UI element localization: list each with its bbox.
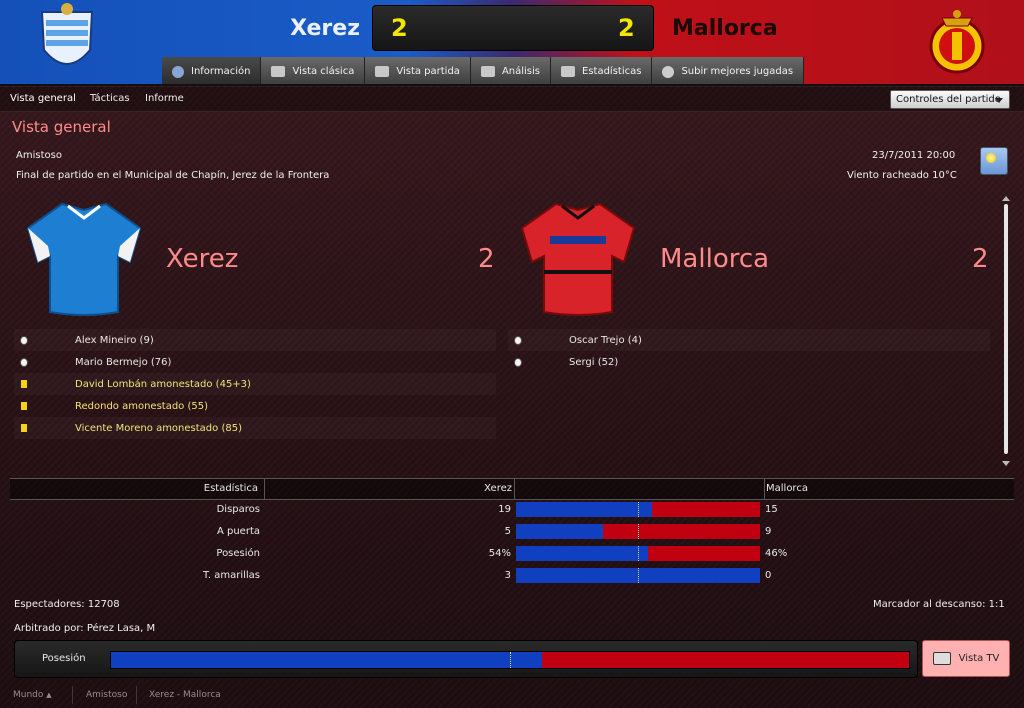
stat-row: A puerta 5 9 bbox=[10, 521, 1014, 543]
stat-bar-home-fill bbox=[516, 524, 604, 539]
scroll-thumb[interactable] bbox=[1004, 204, 1008, 454]
match-header: Xerez 2 2 Mallorca Información Vista clá… bbox=[0, 0, 1024, 86]
stat-row: Posesión 54% 46% bbox=[10, 543, 1014, 565]
tv-icon bbox=[932, 652, 951, 665]
away-team-name: Mallorca bbox=[672, 16, 778, 41]
away-shirt-icon bbox=[520, 202, 636, 316]
match-datetime: 23/7/2011 20:00 bbox=[872, 150, 956, 161]
yellow-card-icon bbox=[21, 424, 27, 432]
stat-bar bbox=[516, 524, 760, 539]
event-row: Mario Bermejo (76) bbox=[14, 351, 496, 373]
stat-away-value: 0 bbox=[765, 570, 772, 581]
event-row: David Lombán amonestado (45+3) bbox=[14, 373, 496, 395]
tab-informacion[interactable]: Información bbox=[162, 57, 262, 86]
away-team-big-name: Mallorca bbox=[660, 244, 770, 274]
upload-icon bbox=[662, 65, 675, 78]
tab-vista-clasica[interactable]: Vista clásica bbox=[261, 57, 366, 86]
event-row: Redondo amonestado (55) bbox=[14, 395, 496, 417]
event-row: Oscar Trejo (4) bbox=[508, 329, 990, 351]
stat-bar-home-fill bbox=[516, 546, 648, 561]
spectators: Espectadores: 12708 bbox=[14, 599, 120, 610]
tab-analisis[interactable]: Análisis bbox=[470, 57, 551, 86]
pitch-icon bbox=[271, 66, 286, 77]
result-text: Final de partido en el Municipal de Chap… bbox=[16, 170, 330, 181]
stat-label: Disparos bbox=[216, 504, 260, 515]
weather-sun-icon bbox=[980, 147, 1008, 175]
home-shirt-icon bbox=[26, 202, 142, 316]
info-icon bbox=[172, 65, 184, 78]
stat-bar bbox=[516, 568, 760, 583]
sub-navigation: Vista general Tácticas Informe bbox=[0, 87, 1024, 112]
scroll-up-icon[interactable] bbox=[1002, 196, 1010, 201]
goal-ball-icon bbox=[514, 357, 522, 367]
event-row: Sergi (52) bbox=[508, 351, 990, 373]
away-score: 2 bbox=[618, 14, 635, 42]
tv-view-button[interactable]: Vista TV bbox=[922, 640, 1010, 677]
halftime-score: Marcador al descanso: 1:1 bbox=[873, 599, 1005, 610]
event-row: Vicente Moreno amonestado (85) bbox=[14, 417, 496, 439]
subtab-informe[interactable]: Informe bbox=[145, 93, 184, 104]
footer-mundo[interactable]: Mundo ▲ bbox=[13, 690, 52, 700]
stat-away-value: 15 bbox=[765, 504, 778, 515]
away-events: Oscar Trejo (4) Sergi (52) bbox=[508, 329, 990, 373]
tab-estadisticas[interactable]: Estadísticas bbox=[551, 57, 653, 86]
tab-subir-mejores-jugadas[interactable]: Subir mejores jugadas bbox=[652, 57, 805, 86]
goal-ball-icon bbox=[20, 357, 28, 367]
possession-home-fill bbox=[111, 652, 542, 668]
referee: Arbitrado por: Pérez Lasa, M bbox=[14, 623, 156, 634]
event-row: Alex Mineiro (9) bbox=[14, 329, 496, 351]
page-title: Vista general bbox=[12, 118, 111, 136]
stat-away-value: 9 bbox=[765, 526, 772, 537]
match-controls-dropdown[interactable]: Controles del partido bbox=[890, 90, 1010, 109]
stat-home-value: 3 bbox=[504, 570, 511, 581]
home-score: 2 bbox=[391, 14, 408, 42]
stats-icon bbox=[561, 66, 575, 77]
scroll-down-icon[interactable] bbox=[1002, 461, 1010, 466]
scoreboard: 2 2 bbox=[372, 5, 654, 51]
yellow-card-icon bbox=[21, 402, 27, 410]
stats-header: Estadística Xerez Mallorca bbox=[10, 478, 1014, 500]
possession-bar bbox=[110, 651, 910, 669]
home-big-score: 2 bbox=[478, 244, 495, 274]
yellow-card-icon bbox=[21, 380, 27, 388]
stat-label: A puerta bbox=[216, 526, 260, 537]
stat-bar-home-fill bbox=[516, 502, 653, 517]
stat-bar bbox=[516, 546, 760, 561]
goal-ball-icon bbox=[20, 335, 28, 345]
mallorca-crest-icon[interactable] bbox=[922, 2, 992, 80]
subtab-tacticas[interactable]: Tácticas bbox=[90, 93, 130, 104]
stat-bar bbox=[516, 502, 760, 517]
stat-row: T. amarillas 3 0 bbox=[10, 565, 1014, 587]
split-view-icon bbox=[375, 66, 390, 77]
stat-home-value: 54% bbox=[488, 548, 511, 559]
away-big-score: 2 bbox=[972, 244, 989, 274]
home-events: Alex Mineiro (9) Mario Bermejo (76) Davi… bbox=[14, 329, 496, 439]
tab-vista-partida[interactable]: Vista partida bbox=[365, 57, 471, 86]
possession-label: Posesión bbox=[42, 653, 86, 664]
caret-up-icon: ▲ bbox=[46, 691, 52, 699]
xerez-crest-icon[interactable] bbox=[32, 2, 102, 80]
footer-match[interactable]: Xerez - Mallorca bbox=[149, 690, 221, 700]
home-team-big-name: Xerez bbox=[166, 244, 239, 274]
footer-amistoso[interactable]: Amistoso bbox=[86, 690, 127, 700]
stat-label: T. amarillas bbox=[202, 570, 260, 581]
events-scrollbar[interactable] bbox=[1002, 196, 1010, 466]
stat-away-value: 46% bbox=[765, 548, 788, 559]
goal-ball-icon bbox=[514, 335, 522, 345]
view-tabs: Información Vista clásica Vista partida … bbox=[162, 57, 805, 86]
stat-row: Disparos 19 15 bbox=[10, 499, 1014, 521]
chevron-down-icon bbox=[995, 98, 1003, 103]
possession-panel: Posesión bbox=[14, 640, 918, 678]
subtab-vista-general[interactable]: Vista general bbox=[10, 93, 76, 104]
stat-home-value: 19 bbox=[498, 504, 511, 515]
analysis-icon bbox=[480, 66, 495, 77]
stat-home-value: 5 bbox=[504, 526, 511, 537]
home-team-name: Xerez bbox=[290, 16, 360, 41]
stat-label: Posesión bbox=[216, 548, 260, 559]
weather-text: Viento racheado 10°C bbox=[847, 170, 957, 181]
competition: Amistoso bbox=[16, 150, 62, 161]
